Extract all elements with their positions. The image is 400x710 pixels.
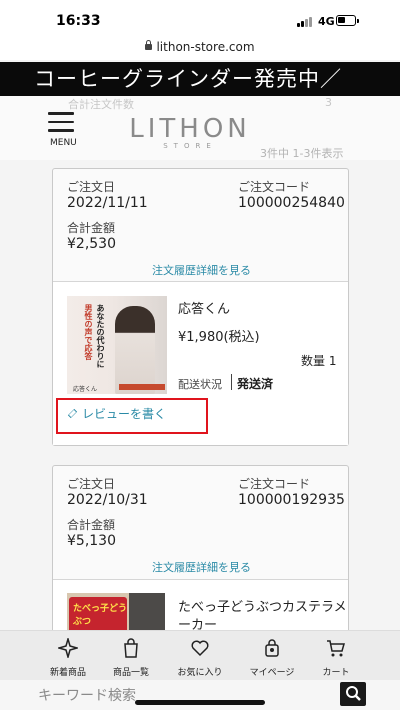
result-count: 3件中 1-3件表示 — [260, 147, 344, 160]
nav-new-arrivals[interactable]: 新着商品 — [35, 631, 101, 679]
order-date-label: ご注文日 — [67, 477, 116, 491]
cart-icon — [327, 640, 345, 657]
nav-products[interactable]: 商品一覧 — [98, 631, 164, 679]
promo-banner[interactable]: コーヒーグラインダー発売中／ — [0, 62, 400, 96]
heart-icon — [191, 640, 209, 657]
order-code: 100000192935 — [238, 492, 345, 508]
order-total: ¥5,130 — [67, 533, 116, 549]
product-price: ¥1,980(税込) — [178, 330, 260, 345]
shopping-bag-icon — [124, 638, 138, 658]
order-item: たべっ子どうぶつ たべっ子どうぶつカステラメ ーカー — [53, 579, 348, 635]
product-quantity: 数量 1 — [301, 354, 337, 368]
order-total-label: 合計金額 — [67, 221, 116, 235]
product-image[interactable]: たべっ子どうぶつ — [67, 593, 165, 633]
battery-icon — [336, 15, 359, 26]
product-device — [129, 593, 165, 633]
product-image[interactable]: あなたの代わりに 男性の声で応答 応答くん — [67, 296, 167, 394]
thumb-caption: 応答くん — [73, 386, 98, 393]
nav-label: 商品一覧 — [112, 668, 149, 678]
total-orders-label: 合計注文件数 — [68, 98, 134, 111]
product-pack: たべっ子どうぶつ — [69, 597, 127, 633]
thumb-text-b: 男性の声で応答 — [84, 304, 93, 360]
nav-cart[interactable]: カート — [303, 631, 369, 679]
signal-icon — [297, 17, 315, 27]
nav-favorites[interactable]: お気に入り — [167, 631, 233, 679]
order-code-label: ご注文コード — [238, 477, 311, 491]
network-type: 4G — [318, 15, 335, 28]
search-button[interactable] — [340, 682, 366, 706]
site-logo[interactable]: LITHON STORE — [120, 116, 260, 150]
thumb-bar — [119, 384, 165, 390]
order-date-label: ご注文日 — [67, 180, 116, 194]
menu-label: MENU — [50, 138, 77, 148]
order-code: 100000254840 — [238, 195, 345, 211]
search-icon — [346, 686, 361, 701]
total-orders-count: 3 — [325, 96, 332, 109]
pencil-icon — [67, 408, 78, 419]
nav-mypage[interactable]: マイページ — [239, 631, 305, 679]
thumb-text-a: あなたの代わりに — [96, 304, 105, 368]
nav-label: 新着商品 — [49, 668, 86, 678]
sparkle-icon — [58, 638, 78, 658]
thumb-text: たべっ子どうぶつ — [73, 604, 128, 627]
nav-label: カート — [322, 668, 350, 678]
order-date: 2022/10/31 — [67, 492, 148, 508]
order-total: ¥2,530 — [67, 236, 116, 252]
lock-icon — [145, 40, 153, 50]
review-label: レビューを書く — [82, 407, 167, 421]
product-name[interactable]: 応答くん — [178, 298, 230, 317]
bottom-nav: 新着商品 商品一覧 お気に入り マイページ カート — [0, 630, 400, 680]
hamburger-icon — [48, 112, 74, 115]
order-card: ご注文日 2022/10/31 ご注文コード 100000192935 合計金額… — [52, 465, 349, 635]
logo-main: LITHON — [129, 114, 251, 144]
nav-label: マイページ — [249, 668, 295, 678]
person-figure — [115, 306, 155, 394]
url-text: lithon-store.com — [156, 40, 255, 54]
user-bag-icon — [265, 639, 279, 657]
product-name-line1[interactable]: たべっ子どうぶつカステラメ — [178, 596, 347, 615]
address-bar[interactable]: lithon-store.com — [0, 40, 400, 60]
status-time: 16:33 — [56, 13, 101, 29]
order-date: 2022/11/11 — [67, 195, 148, 211]
shipping-divider — [231, 374, 232, 390]
nav-label: お気に入り — [177, 668, 223, 678]
order-detail-link[interactable]: 注文履歴詳細を見る — [53, 559, 350, 575]
order-total-label: 合計金額 — [67, 518, 116, 532]
order-detail-link[interactable]: 注文履歴詳細を見る — [53, 262, 350, 278]
status-bar: 16:33 4G — [0, 0, 400, 40]
order-code-label: ご注文コード — [238, 180, 311, 194]
shipping-label: 配送状況 — [178, 378, 222, 391]
write-review-button[interactable]: レビューを書く — [67, 405, 167, 422]
home-indicator — [135, 700, 265, 705]
shipping-status: 発送済 — [237, 377, 274, 391]
menu-button[interactable]: MENU — [48, 112, 78, 150]
